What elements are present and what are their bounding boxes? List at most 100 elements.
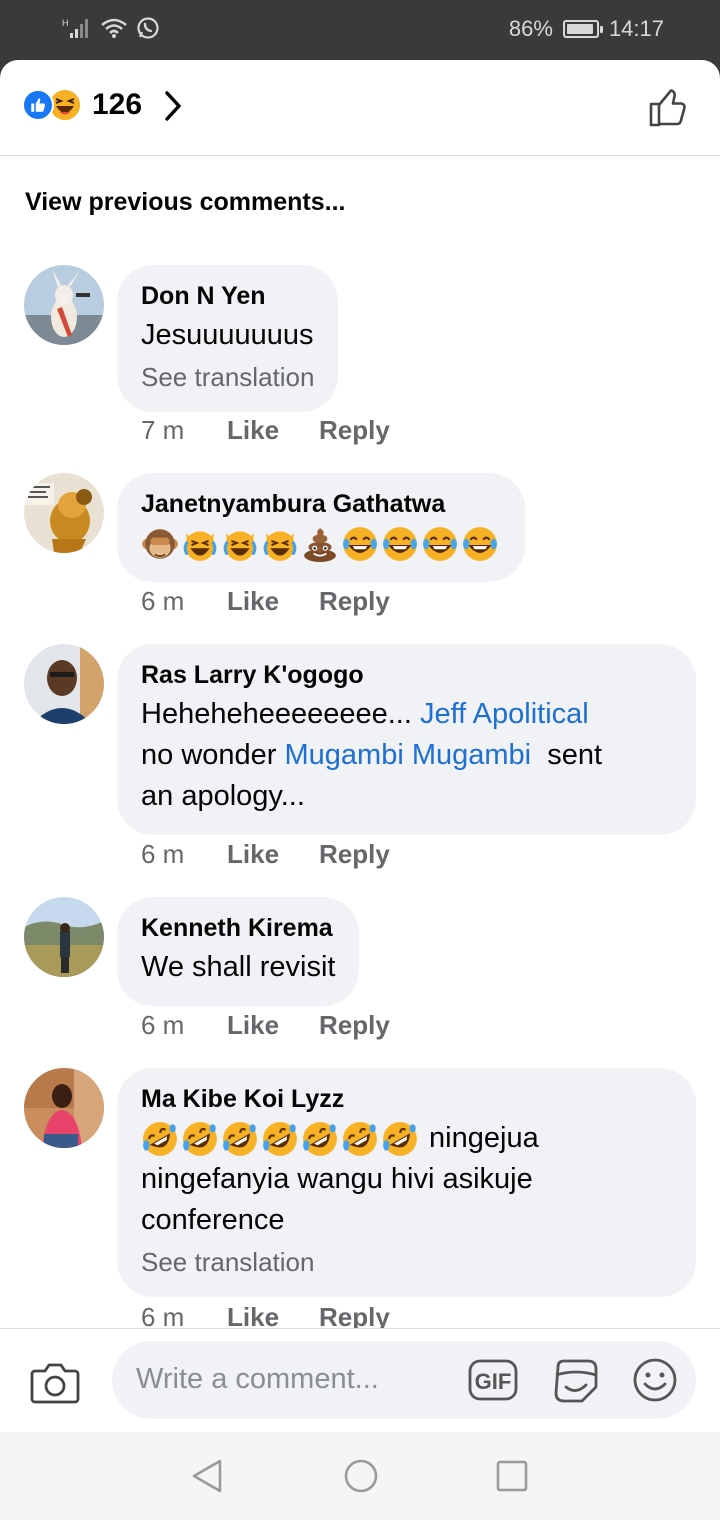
comment-text-part: conference	[141, 1204, 285, 1236]
comment-bubble: Kenneth Kirema We shall revisit	[117, 897, 360, 1006]
signal-icon: H	[62, 18, 88, 38]
comment-author[interactable]: Janetnyambura Gathatwa	[141, 489, 501, 519]
gif-label: GIF	[475, 1369, 512, 1394]
comment-author[interactable]: Don N Yen	[141, 281, 314, 311]
like-comment-button[interactable]: Like	[227, 839, 319, 870]
cat-emoji-icon	[223, 531, 257, 562]
back-triangle-icon	[192, 1459, 222, 1493]
home-circle-icon	[344, 1459, 378, 1493]
status-bar: H 86% 14:17	[0, 0, 720, 60]
comment-bubble: Don N Yen Jesuuuuuuus See translation	[117, 265, 339, 412]
comment-placeholder: Write a comment...	[136, 1363, 379, 1395]
like-post-button[interactable]	[648, 86, 690, 133]
mention-link[interactable]: Jeff Apolitical	[420, 698, 589, 730]
battery-icon	[562, 20, 603, 38]
comment-text-part: an apology...	[141, 780, 305, 812]
see-translation-link[interactable]: See translation	[141, 360, 314, 394]
comment-text-part: no wonder	[141, 739, 285, 771]
reactions-summary[interactable]: 126	[22, 88, 182, 122]
reply-button[interactable]: Reply	[319, 415, 390, 446]
comment-bubble: Ma Kibe Koi Lyzz ningejua ningefanyia wa…	[117, 1068, 696, 1297]
camera-button[interactable]	[30, 1361, 80, 1410]
comment-text-part: Heheheheeeeeeee...	[141, 698, 420, 730]
comment-author[interactable]: Ma Kibe Koi Lyzz	[141, 1084, 672, 1114]
comment-bubble: Janetnyambura Gathatwa	[117, 473, 525, 582]
see-translation-link[interactable]: See translation	[141, 1245, 672, 1279]
rofl-emoji-icon	[183, 1122, 217, 1157]
whatsapp-icon	[137, 17, 159, 39]
comment-time: 7 m	[141, 415, 185, 445]
chevron-right-icon	[165, 91, 181, 121]
comment-actions: 6 m Like Reply	[141, 1010, 390, 1041]
comment-author[interactable]: Kenneth Kirema	[141, 913, 335, 943]
reply-button[interactable]: Reply	[319, 1010, 390, 1041]
reply-button[interactable]: Reply	[319, 586, 390, 617]
comment-text-part: ningefanyia wangu hivi asikuje	[141, 1163, 533, 1195]
thumbs-up-icon	[649, 89, 686, 127]
comment-time: 6 m	[141, 1010, 185, 1040]
nav-recents-button[interactable]	[496, 1460, 528, 1497]
avatar[interactable]	[24, 644, 104, 724]
like-comment-button[interactable]: Like	[227, 586, 319, 617]
comment-emojis	[141, 523, 501, 564]
gif-button[interactable]: GIF	[468, 1359, 518, 1406]
cat-emoji-icon	[183, 531, 217, 562]
status-icons: H	[62, 16, 160, 40]
system-nav-bar	[0, 1432, 720, 1520]
comment-text: Jesuuuuuuus	[141, 319, 314, 351]
avatar[interactable]	[24, 265, 104, 345]
comment-actions: 7 m Like Reply	[141, 415, 390, 446]
avatar[interactable]	[24, 473, 104, 553]
sheet-header: 126	[0, 60, 720, 156]
reaction-count: 126	[92, 88, 143, 121]
comment-input[interactable]: Write a comment... GIF	[112, 1341, 696, 1419]
comment-text: Heheheheeeeeeee... Jeff Apolitical no wo…	[141, 694, 672, 817]
clock: 14:17	[608, 16, 664, 41]
svg-text:H: H	[62, 18, 69, 28]
rofl-emoji-icon	[303, 1122, 337, 1157]
like-reaction-icon	[22, 89, 54, 121]
comment-text: ningejua ningefanyia wangu hivi asikuje …	[141, 1118, 672, 1241]
joy-emoji-icon	[343, 527, 377, 562]
joy-emoji-icon	[383, 527, 417, 562]
nav-back-button[interactable]	[190, 1458, 224, 1499]
view-previous-comments[interactable]: View previous comments...	[25, 188, 345, 217]
comment-emojis	[141, 1122, 421, 1157]
status-right: 86% 14:17	[509, 16, 664, 42]
monkey-emoji-icon	[142, 529, 178, 560]
rofl-emoji-icon	[223, 1122, 257, 1157]
comment-actions: 6 m Like Reply	[141, 586, 390, 617]
comment-actions: 6 m Like Reply	[141, 839, 390, 870]
rofl-emoji-icon	[383, 1122, 417, 1157]
sticker-icon	[554, 1359, 598, 1403]
rofl-emoji-icon	[263, 1122, 297, 1157]
rofl-emoji-icon	[343, 1122, 377, 1157]
cat-emoji-icon	[263, 531, 297, 562]
joy-emoji-icon	[423, 527, 457, 562]
comment-time: 6 m	[141, 839, 185, 869]
battery-percent: 86%	[508, 16, 553, 41]
sticker-button[interactable]	[552, 1357, 600, 1410]
reply-button[interactable]: Reply	[319, 839, 390, 870]
comment-composer: Write a comment... GIF	[0, 1328, 720, 1432]
emoji-button[interactable]	[632, 1357, 678, 1408]
like-comment-button[interactable]: Like	[227, 415, 319, 446]
battery-fill	[566, 24, 593, 34]
like-comment-button[interactable]: Like	[227, 1010, 319, 1041]
nav-home-button[interactable]	[343, 1458, 379, 1499]
smile-icon	[633, 1358, 677, 1402]
comment-text-part: ningejua	[421, 1122, 539, 1154]
avatar[interactable]	[24, 897, 104, 977]
gif-icon: GIF	[468, 1359, 518, 1401]
avatar[interactable]	[24, 1068, 104, 1148]
comment-bubble: Ras Larry K'ogogo Heheheheeeeeeee... Jef…	[117, 644, 696, 835]
comment-text-part: sent	[531, 739, 603, 771]
rofl-emoji-icon	[143, 1122, 177, 1157]
mention-link[interactable]: Mugambi Mugambi	[285, 739, 532, 771]
poop-emoji-icon	[304, 528, 336, 563]
recents-square-icon	[496, 1460, 528, 1492]
camera-icon	[30, 1363, 80, 1404]
comment-text: We shall revisit	[141, 951, 336, 983]
comment-author[interactable]: Ras Larry K'ogogo	[141, 660, 672, 690]
joy-emoji-icon	[463, 527, 497, 562]
